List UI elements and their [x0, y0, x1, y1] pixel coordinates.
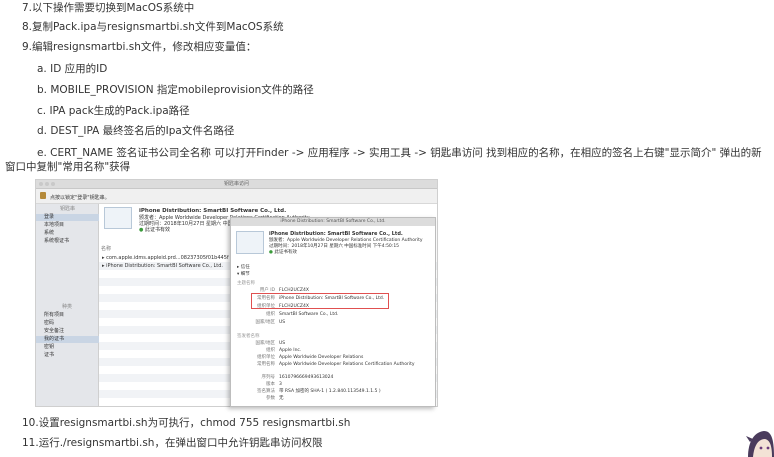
window-title: 钥匙串访问 [36, 180, 437, 189]
highlight-box [251, 293, 389, 309]
sidebar-item-all[interactable]: 所有项目 [39, 312, 64, 319]
sidebar-item-keys[interactable]: 密钥 [39, 344, 54, 351]
sidebar-item-system-roots[interactable]: 系统根证书 [39, 238, 69, 245]
sub-item-b: b. MOBILE_PROVISION 指定mobileprovision文件的… [37, 84, 314, 96]
cert-valid: ● 此证书有效 [139, 227, 170, 233]
detail-window-title: iPhone Distribution: SmartBI Software Co… [231, 218, 435, 226]
detail-cert-valid: ● 此证书有效 [269, 250, 297, 255]
sidebar-item-passwords[interactable]: 密码 [39, 320, 54, 327]
subject-header: 主题名称 [237, 281, 255, 286]
anime-avatar-icon [746, 431, 774, 457]
lock-text: 点按以锁定"登录"钥匙串。 [50, 195, 110, 201]
valid-check-icon: ● [269, 250, 273, 255]
zoom-dot [51, 182, 55, 186]
issuer-header: 签发者名称 [237, 334, 260, 339]
list-header: 名称 [101, 246, 112, 252]
details-disclosure[interactable]: ▾ 细节 [237, 272, 250, 278]
expand-arrow-icon[interactable]: ▸ [102, 255, 105, 261]
step-7: 7.以下操作需要切换到MacOS系统中 [22, 2, 195, 14]
sidebar: 钥匙串 登录 本地项目 系统 系统根证书 种类 所有项目 密码 安全备注 我的证… [36, 204, 101, 406]
step-8: 8.复制Pack.ipa与resignsmartbi.sh文件到MacOS系统 [22, 21, 284, 33]
certificate-detail-window: iPhone Distribution: SmartBI Software Co… [230, 217, 436, 407]
trust-disclosure[interactable]: ▸ 信任 [237, 265, 250, 271]
expand-arrow-icon[interactable]: ▸ [102, 263, 105, 269]
close-dot [39, 182, 43, 186]
sidebar-item-login[interactable]: 登录 [36, 214, 101, 221]
minimize-dot [45, 182, 49, 186]
step-9: 9.编辑resignsmartbi.sh文件，修改相应变量值： [22, 41, 257, 53]
lock-icon [40, 192, 46, 199]
sidebar-item-local[interactable]: 本地项目 [39, 222, 64, 229]
sidebar-item-certs[interactable]: 证书 [39, 352, 54, 359]
sidebar-keychain-header: 钥匙串 [60, 206, 76, 212]
lock-bar: 点按以锁定"登录"钥匙串。 [36, 189, 437, 204]
sub-item-c: c. IPA pack生成的Pack.ipa路径 [37, 105, 190, 117]
step-11: 11.运行./resignsmartbi.sh，在弹出窗口中允许钥匙串访问权限 [22, 437, 323, 449]
valid-check-icon: ● [139, 227, 144, 233]
sidebar-item-secure-notes[interactable]: 安全备注 [39, 328, 64, 335]
sub-item-d: d. DEST_IPA 最终签名后的Ipa文件名路径 [37, 125, 235, 137]
cert-name: iPhone Distribution: SmartBI Software Co… [139, 208, 287, 214]
certificate-icon [236, 231, 264, 254]
sidebar-item-system[interactable]: 系统 [39, 230, 54, 237]
step-10: 10.设置resignsmartbi.sh为可执行，chmod 755 resi… [22, 417, 351, 429]
certificate-icon [104, 207, 132, 229]
detail-cert-name: iPhone Distribution: SmartBI Software Co… [269, 231, 403, 237]
sub-item-a: a. ID 应用的ID [37, 63, 108, 75]
disclosure-right-icon: ▸ [237, 265, 240, 270]
sidebar-item-my-certs[interactable]: 我的证书 [36, 336, 101, 343]
disclosure-down-icon: ▾ [237, 272, 240, 277]
sidebar-category-header: 种类 [62, 304, 73, 310]
sub-item-e: e. CERT_NAME 签名证书公司全名称 可以打开Finder -> 应用程… [5, 147, 762, 173]
